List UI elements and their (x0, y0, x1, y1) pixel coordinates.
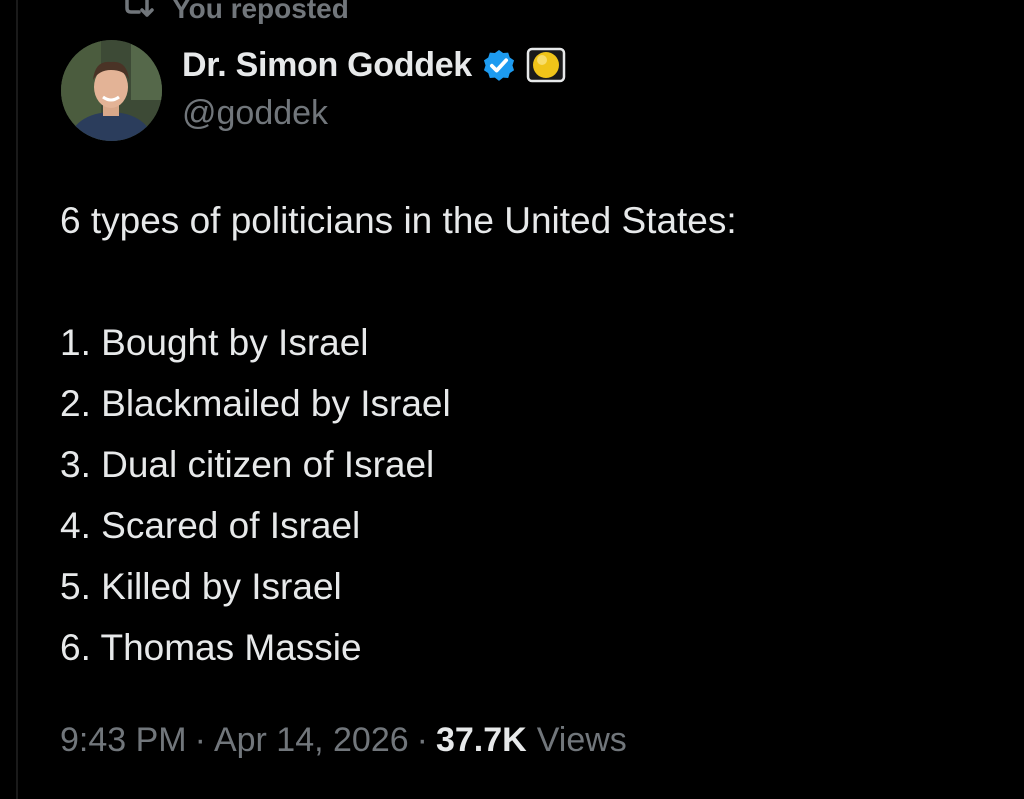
yellow-circle-icon[interactable] (526, 45, 566, 85)
list-item: 4. Scared of Israel (60, 505, 361, 546)
list-item: 2. Blackmailed by Israel (60, 383, 451, 424)
thread-divider (16, 0, 18, 799)
separator: · (194, 720, 206, 759)
author-handle[interactable]: @goddek (182, 94, 328, 133)
author-name-row[interactable]: Dr. Simon Goddek (182, 42, 566, 88)
tweet-intro: 6 types of politicians in the United Sta… (60, 200, 737, 241)
separator: · (416, 720, 428, 759)
repost-label: You reposted (172, 0, 349, 24)
list-item: 1. Bought by Israel (60, 322, 369, 363)
list-item: 6. Thomas Massie (60, 627, 362, 668)
verified-badge-icon[interactable] (480, 46, 518, 84)
repost-icon (118, 0, 156, 24)
list-item: 3. Dual citizen of Israel (60, 444, 435, 485)
views-count[interactable]: 37.7K (436, 721, 527, 760)
author-display-name[interactable]: Dr. Simon Goddek (182, 46, 472, 85)
tweet-date[interactable]: Apr 14, 2026 (214, 721, 409, 760)
tweet-metadata: 9:43 PM · Apr 14, 2026 · 37.7K Views (60, 718, 627, 762)
tweet-time[interactable]: 9:43 PM (60, 721, 187, 760)
repost-indicator[interactable]: You reposted (118, 0, 349, 24)
list-item: 5. Killed by Israel (60, 566, 342, 607)
tweet-text: 6 types of politicians in the United Sta… (60, 190, 1000, 678)
avatar[interactable] (61, 40, 162, 141)
views-label: Views (536, 720, 627, 759)
